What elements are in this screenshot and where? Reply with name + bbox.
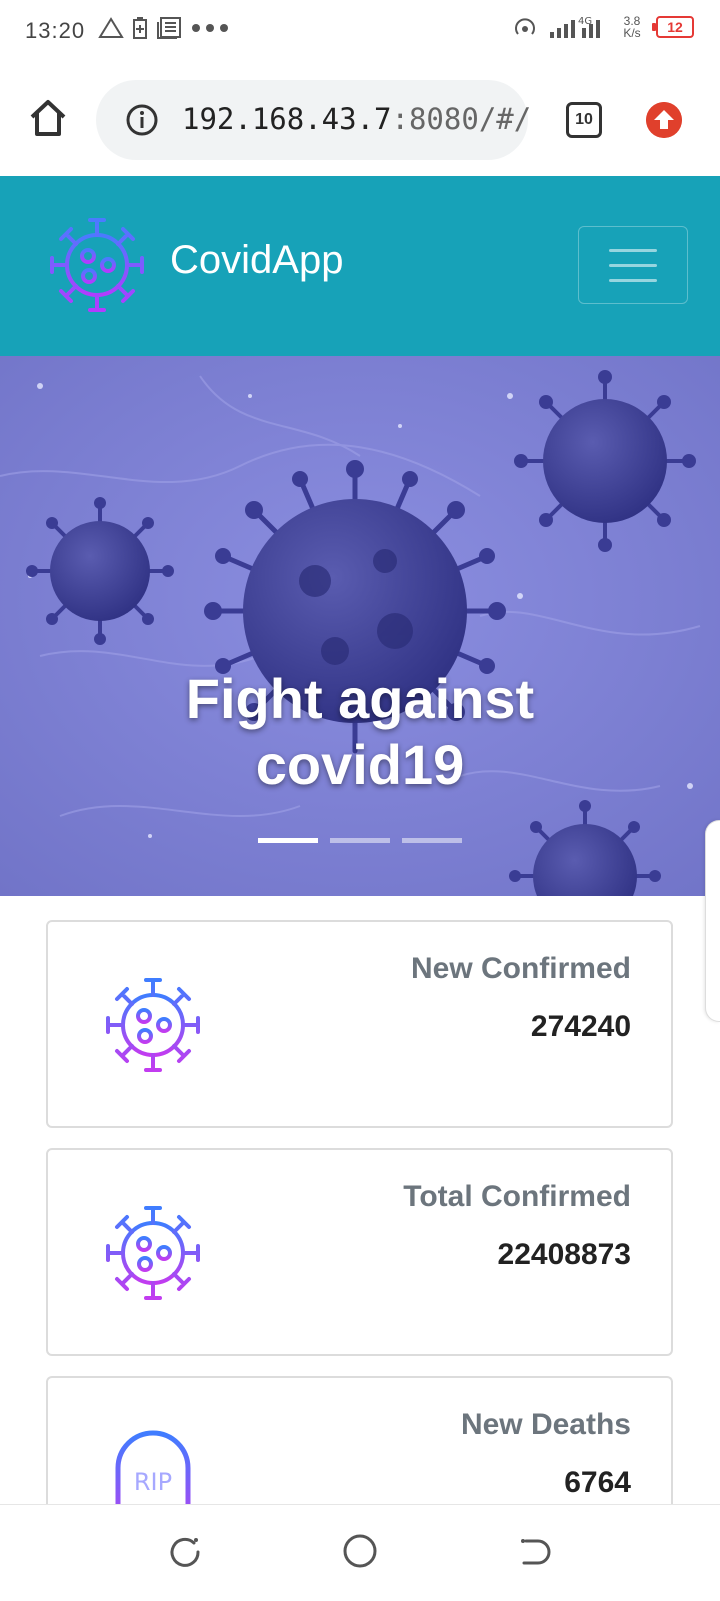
update-arrow-icon[interactable] [646,102,682,138]
stat-card-new-deaths: RIP New Deaths 6764 [46,1376,673,1538]
back-icon[interactable] [518,1535,552,1569]
signal-icon: 4G [550,16,600,38]
rip-text: RIP [134,1468,172,1496]
address-bar[interactable]: 192.168.43.7:8080/#/ [96,80,531,160]
stat-value: 274240 [530,1010,631,1043]
virus-logo-icon[interactable] [42,210,152,320]
hamburger-line [609,279,657,282]
recent-apps-icon[interactable] [168,1535,202,1569]
stat-label: New Deaths [460,1408,631,1441]
status-bar: 13:20 4G 3.8 K/s 12 [0,0,720,64]
stat-label: Total Confirmed [403,1180,631,1213]
status-left-icons [98,16,230,40]
brand-name[interactable]: CovidApp [170,238,343,283]
home-circle-icon[interactable] [342,1533,378,1569]
carousel-indicator-2[interactable] [330,838,390,843]
carousel-caption: Fight against covid19 [0,666,720,798]
stat-card-total-confirmed: Total Confirmed 22408873 [46,1148,673,1356]
browser-toolbar: 192.168.43.7:8080/#/ 10 [0,64,720,177]
hero-carousel[interactable]: Fight against covid19 [0,356,720,896]
status-time: 13:20 [25,18,86,43]
home-icon[interactable] [26,96,70,140]
stat-card-new-confirmed: New Confirmed 274240 [46,920,673,1128]
status-right-icons: 4G 3.8 K/s 12 [512,14,694,40]
navbar-toggler-button[interactable] [578,226,688,304]
info-icon[interactable] [126,104,158,136]
network-speed: 3.8 K/s [618,15,646,39]
carousel-caption-line1: Fight against [185,667,535,730]
stat-value: 22408873 [497,1238,631,1271]
system-navigation-bar [0,1504,720,1601]
hotspot-icon [515,18,535,35]
url-path: :8080/#/ [391,102,532,136]
network-speed-unit: K/s [623,26,641,40]
stat-label: New Confirmed [410,952,631,985]
warning-triangle-icon [98,17,124,38]
battery-saver-icon [133,17,147,39]
virus-icon [106,1206,200,1300]
url-host: 192.168.43.7 [182,102,392,136]
app-navbar: CovidApp [0,176,720,356]
more-dots-icon [192,24,228,32]
virus-background-image [0,356,720,896]
tab-switcher-button[interactable]: 10 [566,102,602,138]
hamburger-line [609,264,657,267]
hamburger-line [609,249,657,252]
carousel-caption-line2: covid19 [255,733,465,796]
stat-value: 6764 [564,1466,631,1499]
edge-panel-handle[interactable] [705,820,720,1022]
carousel-indicator-3[interactable] [402,838,462,843]
battery-level: 12 [652,16,694,38]
carousel-indicator-1[interactable] [258,838,318,843]
virus-icon [106,978,200,1072]
url-text[interactable]: 192.168.43.7:8080/#/ [182,102,531,136]
news-icon [157,17,181,39]
carousel-indicators [258,838,462,843]
